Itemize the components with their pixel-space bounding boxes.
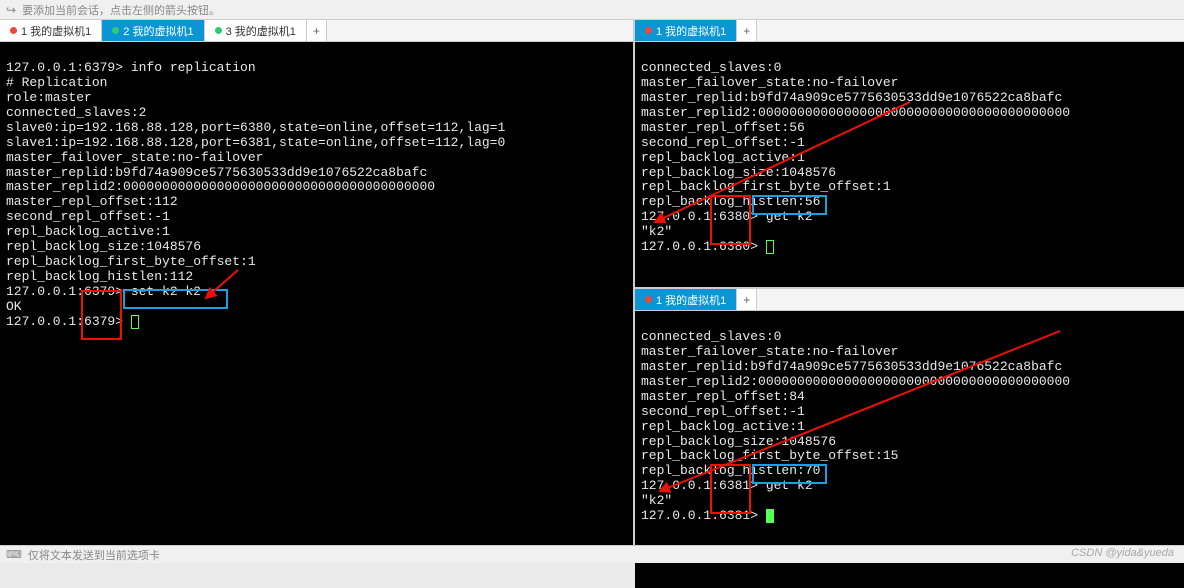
output-line: repl_backlog_first_byte_offset:1 [6,254,256,269]
tab-vm1-righttop[interactable]: 1 我的虚拟机1 [635,20,737,41]
prompt: 127.0.0.1:6380> [641,239,766,254]
output-line: master_replid2:0000000000000000000000000… [641,374,1070,389]
tab-label: 1 我的虚拟机1 [656,292,726,308]
output-line: connected_slaves:0 [641,329,781,344]
output-line: "k2" [641,493,672,508]
right-pane: 1 我的虚拟机1 + connected_slaves:0 master_fai… [635,20,1184,545]
output-line: role:master [6,90,92,105]
tab-vm3-left[interactable]: 3 我的虚拟机1 [205,20,307,41]
output-line: second_repl_offset:-1 [6,209,170,224]
prompt: 127.0.0.1:6380> [641,209,766,224]
prompt: 127.0.0.1:6379> [6,60,131,75]
output-line: master_replid:b9fd74a909ce5775630533dd9e… [641,359,1062,374]
watermark-text: CSDN @yida&yueda [1071,547,1174,559]
status-dot-icon [10,27,17,34]
keyboard-icon: ⌨ [6,548,22,561]
bottom-hint-bar: ⌨ 仅将文本发送到当前选项卡 [0,545,1184,563]
add-tab-button[interactable]: + [737,289,757,310]
tab-label: 2 我的虚拟机1 [123,23,193,39]
top-hint-bar: ↪ 要添加当前会话，点击左侧的箭头按钮。 [0,0,1184,20]
command: get k2 [766,209,813,224]
left-tab-bar: 1 我的虚拟机1 2 我的虚拟机1 3 我的虚拟机1 + [0,20,633,42]
arrow-icon: ↪ [6,3,16,17]
output-line: master_failover_state:no-failover [6,150,263,165]
output-line: slave1:ip=192.168.88.128,port=6381,state… [6,135,505,150]
output-line: repl_backlog_active:1 [6,224,170,239]
prompt: 127.0.0.1:6379> [6,314,131,329]
output-line: repl_backlog_size:1048576 [641,434,836,449]
output-line: master_replid:b9fd74a909ce5775630533dd9e… [6,165,427,180]
output-line: "k2" [641,224,672,239]
annotation-arrow-icon [200,268,240,308]
output-line: master_repl_offset:56 [641,120,805,135]
output-line: master_replid2:0000000000000000000000000… [6,179,435,194]
output-line: repl_backlog_histlen:70 [641,463,820,478]
output-line: repl_backlog_first_byte_offset:15 [641,448,898,463]
command: get k2 [766,478,813,493]
output-line: repl_backlog_size:1048576 [6,239,201,254]
bottom-hint-text: 仅将文本发送到当前选项卡 [28,547,160,563]
command: set k2 k2 [131,284,201,299]
status-dot-icon [215,27,222,34]
right-top-tab-bar: 1 我的虚拟机1 + [635,20,1184,42]
output-line: repl_backlog_active:1 [641,419,805,434]
add-tab-button[interactable]: + [307,20,327,41]
add-tab-button[interactable]: + [737,20,757,41]
tab-vm2-left[interactable]: 2 我的虚拟机1 [102,20,204,41]
cursor-icon [766,240,774,254]
main-container: 1 我的虚拟机1 2 我的虚拟机1 3 我的虚拟机1 + 127.0.0.1:6… [0,20,1184,545]
output-line: connected_slaves:0 [641,60,781,75]
tab-label: 3 我的虚拟机1 [226,23,296,39]
status-dot-icon [112,27,119,34]
output-line: repl_backlog_active:1 [641,150,805,165]
right-top-pane: 1 我的虚拟机1 + connected_slaves:0 master_fai… [635,20,1184,289]
right-bottom-tab-bar: 1 我的虚拟机1 + [635,289,1184,311]
output-line: master_repl_offset:112 [6,194,178,209]
cursor-icon [766,509,774,523]
prompt: 127.0.0.1:6379> [6,284,131,299]
output-line: master_replid2:0000000000000000000000000… [641,105,1070,120]
left-pane: 1 我的虚拟机1 2 我的虚拟机1 3 我的虚拟机1 + 127.0.0.1:6… [0,20,635,545]
output-line: master_failover_state:no-failover [641,344,898,359]
status-dot-icon [645,27,652,34]
tab-label: 1 我的虚拟机1 [656,23,726,39]
terminal-right-top[interactable]: connected_slaves:0 master_failover_state… [635,42,1184,287]
output-line: repl_backlog_first_byte_offset:1 [641,179,891,194]
output-line: master_replid:b9fd74a909ce5775630533dd9e… [641,90,1062,105]
output-line: slave0:ip=192.168.88.128,port=6380,state… [6,120,505,135]
top-hint-text: 要添加当前会话，点击左侧的箭头按钮。 [22,2,220,18]
prompt: 127.0.0.1:6381> [641,508,766,523]
output-line: repl_backlog_histlen:56 [641,194,820,209]
output-line: repl_backlog_histlen:112 [6,269,193,284]
output-line: OK [6,299,22,314]
output-line: # Replication [6,75,107,90]
prompt: 127.0.0.1:6381> [641,478,766,493]
right-bottom-pane: 1 我的虚拟机1 + connected_slaves:0 master_fai… [635,289,1184,588]
tab-label: 1 我的虚拟机1 [21,23,91,39]
output-line: repl_backlog_size:1048576 [641,165,836,180]
cursor-icon [131,315,139,329]
output-line: master_failover_state:no-failover [641,75,898,90]
output-line: second_repl_offset:-1 [641,404,805,419]
command: info replication [131,60,256,75]
status-dot-icon [645,296,652,303]
output-line: second_repl_offset:-1 [641,135,805,150]
tab-vm1-rightbottom[interactable]: 1 我的虚拟机1 [635,289,737,310]
output-line: master_repl_offset:84 [641,389,805,404]
output-line: connected_slaves:2 [6,105,146,120]
terminal-left[interactable]: 127.0.0.1:6379> info replication # Repli… [0,42,633,545]
tab-vm1-left[interactable]: 1 我的虚拟机1 [0,20,102,41]
